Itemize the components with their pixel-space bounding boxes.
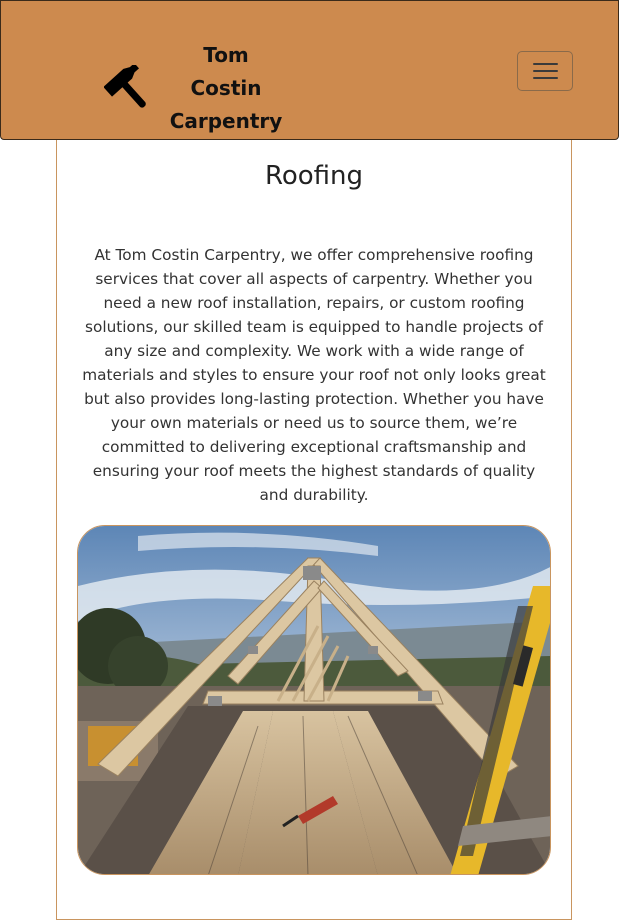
brand-name-line2: Carpentry — [169, 109, 283, 133]
navbar: Tom Costin Carpentry — [0, 0, 619, 140]
brand-link[interactable]: Tom Costin Carpentry — [104, 39, 286, 138]
service-description: At Tom Costin Carpentry, we offer compre… — [82, 246, 546, 504]
hammer-icon — [104, 64, 146, 108]
brand-name-line1: Tom Costin — [190, 43, 262, 100]
page-title: Roofing — [264, 161, 364, 191]
nav-toggle-button[interactable] — [517, 51, 573, 91]
roof-trusses-photo — [77, 525, 551, 875]
brand-name: Tom Costin Carpentry — [166, 39, 286, 138]
